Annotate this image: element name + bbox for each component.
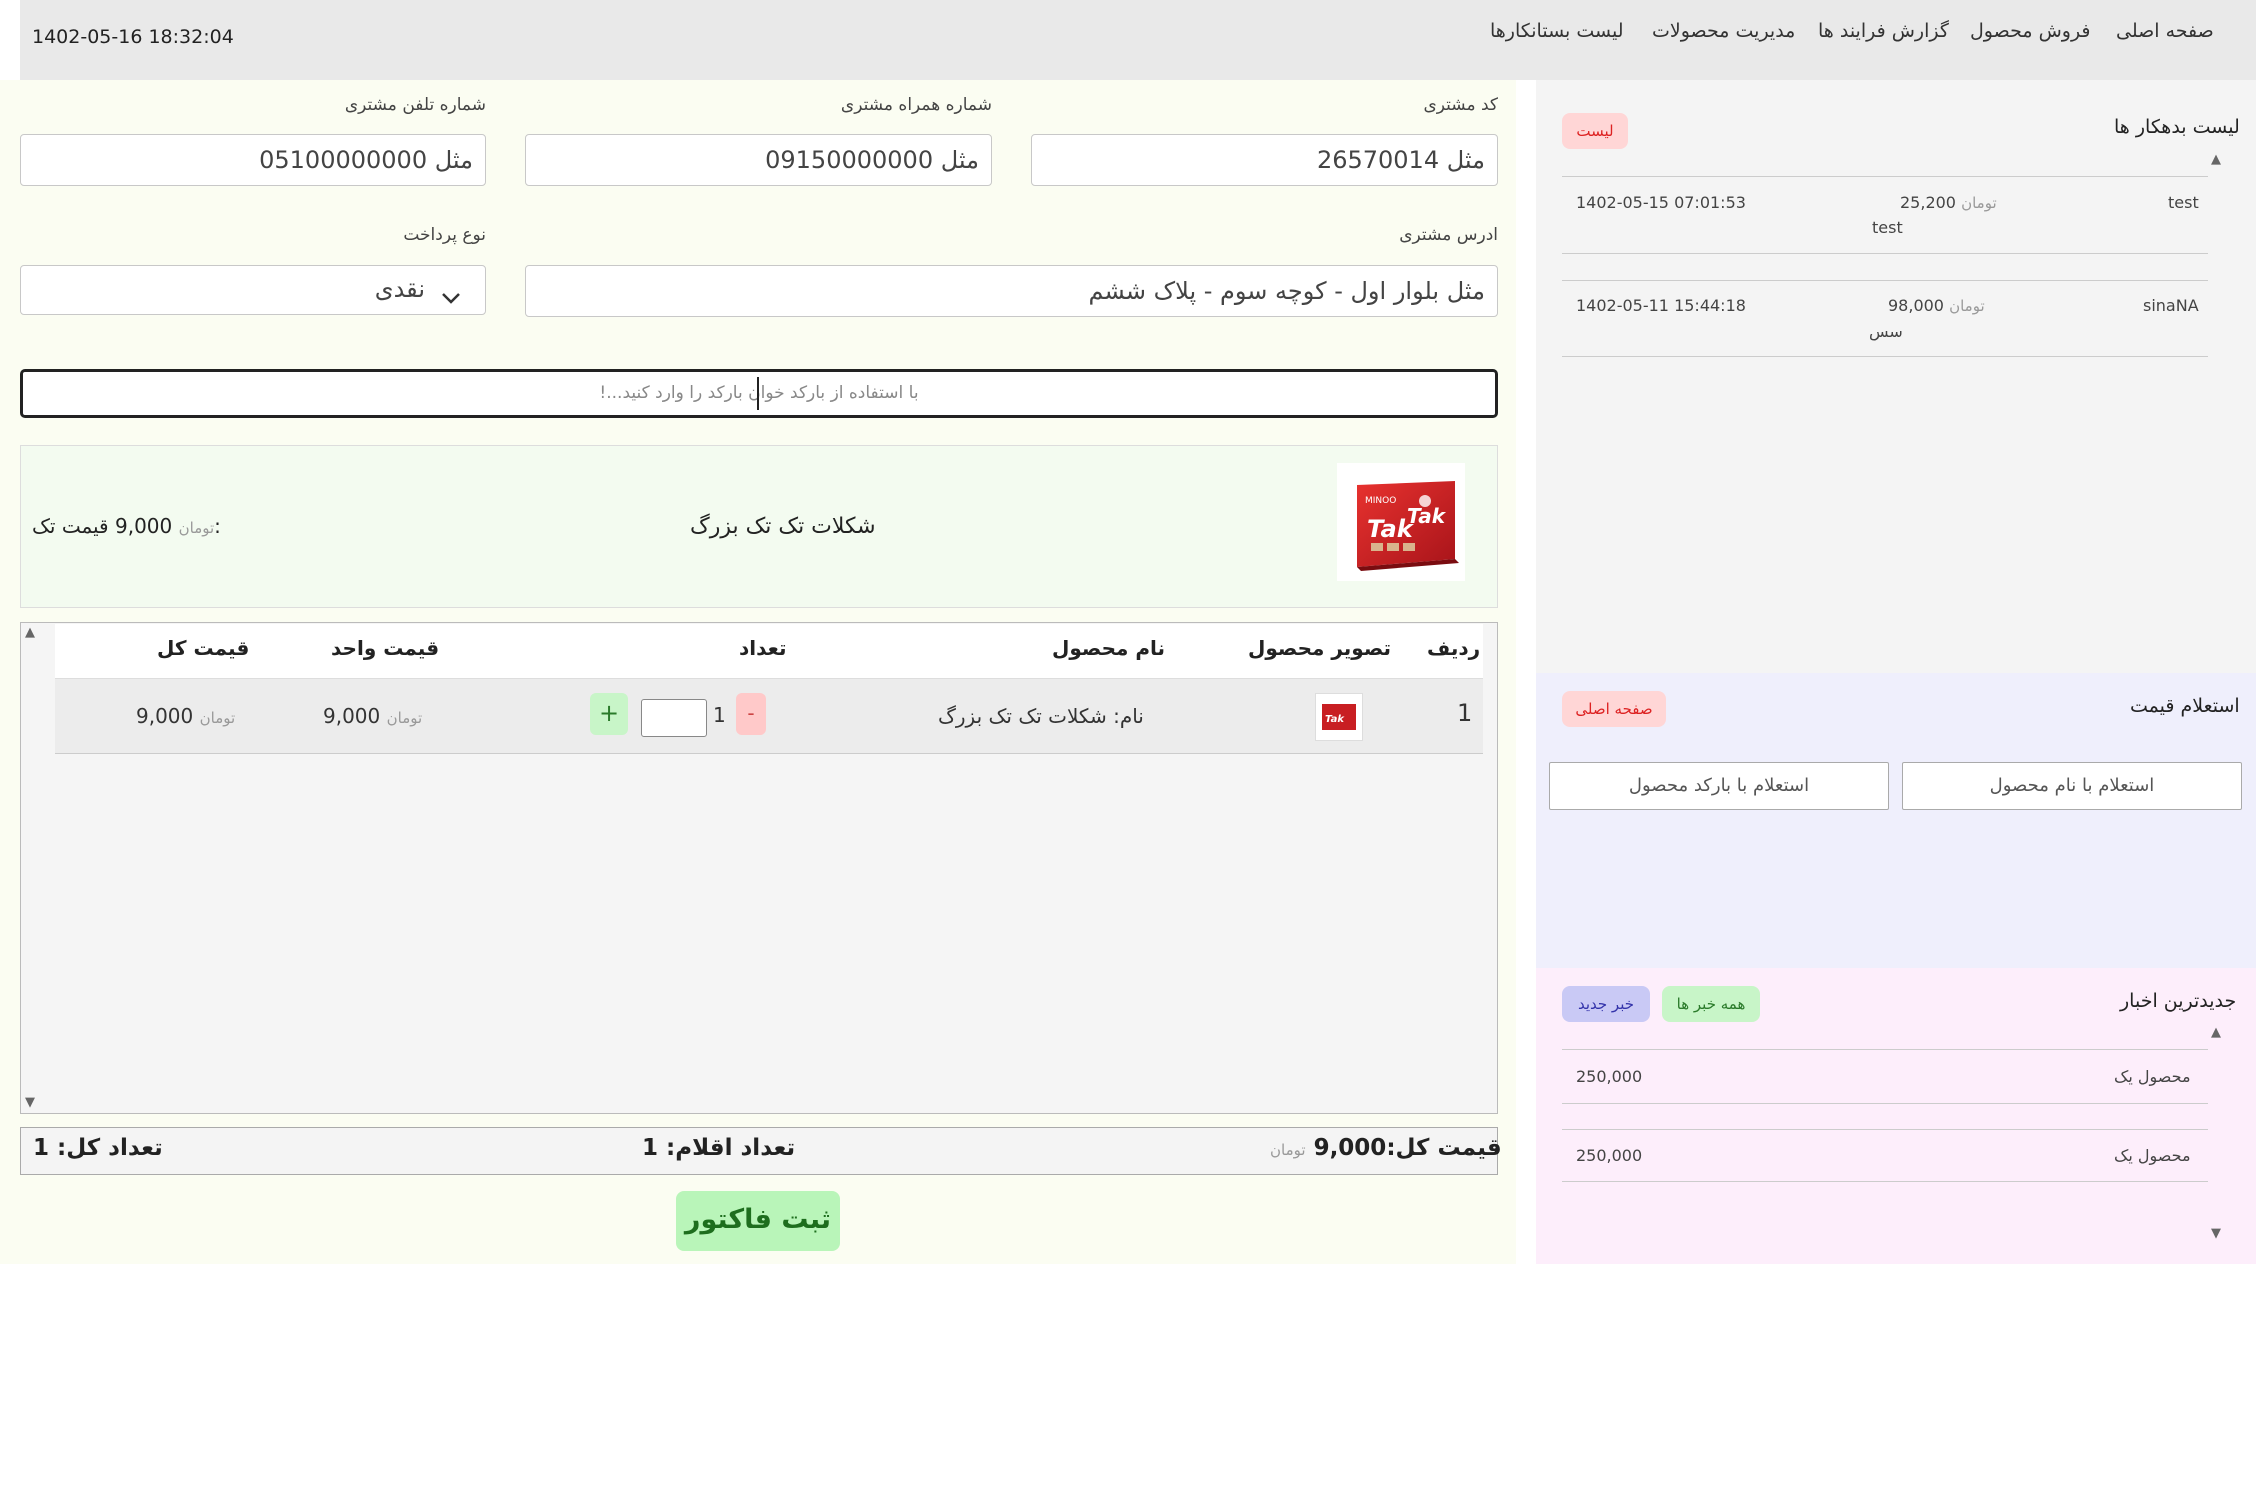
nav-creditors-list[interactable]: لیست بستانکارها [1490,20,1623,42]
divider [1562,253,2208,254]
payment-type-label: نوع پرداخت [403,225,486,245]
preview-product-name: شکلات تک تک بزرگ [690,514,876,539]
row-product-name: نام: شکلات تک تک بزرگ [938,704,1144,728]
decrease-qty-button[interactable]: - [736,693,766,735]
divider [1562,176,2208,177]
header-total: قیمت کل [157,636,250,660]
svg-text:MINOO: MINOO [1365,496,1396,506]
news-item-title[interactable]: محصول یک [2114,1067,2191,1086]
inquiry-by-barcode-button[interactable]: استعلام با بارکد محصول [1549,762,1889,810]
row-unit-price: تومان 9,000 [323,704,423,728]
address-field[interactable]: مثل بلوار اول - کوچه سوم - پلاک ششم [525,265,1498,317]
home-button[interactable]: صفحه اصلی [1562,691,1666,727]
debtors-scroll-up-icon[interactable]: ▲ [2211,152,2221,167]
divider [1562,1049,2208,1050]
news-item-value: 250,000 [1576,1067,1643,1086]
all-news-button[interactable]: همه خبر ها [1662,986,1760,1022]
debtors-list-button[interactable]: لیست [1562,113,1628,149]
qty-input[interactable] [641,699,707,737]
debtor-name: test [2168,193,2199,212]
divider [1562,1181,2208,1182]
header-qty: تعداد [739,636,787,660]
row-total-price: تومان 9,000 [136,704,236,728]
divider [1562,1129,2208,1130]
submit-invoice-button[interactable]: ثبت فاکتور [676,1191,840,1251]
divider [1562,1103,2208,1104]
debtor-note: test [1872,218,1903,237]
total-price: قیمت کل:9,000 تومان [1270,1135,1502,1161]
inquiry-by-name-button[interactable]: استعلام با نام محصول [1902,762,2242,810]
debtor-datetime: 1402-05-15 07:01:53 [1576,193,1746,212]
address-label: ادرس مشتری [1399,225,1498,245]
news-scroll-up-icon[interactable]: ▲ [2211,1025,2221,1040]
total-count: تعداد کل: 1 [33,1135,163,1161]
header-index: ردیف [1427,636,1481,660]
debtor-name: sinaNA [2143,296,2199,315]
barcode-input[interactable]: با استفاده از بارکد خوان بارکد را وارد ک… [20,369,1498,418]
price-inquiry-title: استعلام قیمت [2130,695,2240,717]
row-index: 1 [1457,699,1473,727]
payment-type-value: نقدی [374,275,425,303]
debtor-amount: 98,000 تومان [1888,296,1985,315]
svg-text:Tak: Tak [1325,714,1345,725]
phone-field[interactable]: مثل 05100000000 [20,134,486,186]
preview-unit-price: تومان 9,000 قیمت تک: [32,514,221,538]
debtors-panel [1536,80,2256,673]
header-unit-price: قیمت واحد [331,636,440,660]
items-count: تعداد اقلام: 1 [642,1135,796,1161]
customer-code-label: کد مشتری [1423,95,1498,115]
divider [1562,356,2208,357]
debtors-title: لیست بدهکار ها [2114,116,2240,138]
mobile-field[interactable]: مثل 09150000000 [525,134,992,186]
debtor-datetime: 1402-05-11 15:44:18 [1576,296,1746,315]
row-product-thumbnail: Tak [1315,693,1363,741]
chevron-down-icon [441,280,461,314]
nav-manage-products[interactable]: مدیریت محصولات [1652,20,1795,42]
new-news-button[interactable]: خبر جدید [1562,986,1650,1022]
text-caret [757,377,759,410]
phone-label: شماره تلفن مشتری [344,95,486,115]
header-name: نام محصول [1052,636,1166,660]
news-scroll-down-icon[interactable]: ▼ [2211,1226,2221,1241]
debtor-note: سس [1869,322,1903,341]
divider [1562,280,2208,281]
header-image: تصویر محصول [1248,636,1392,660]
payment-type-select[interactable]: نقدی [20,265,486,315]
increase-qty-button[interactable]: + [590,693,628,735]
datetime-display: 1402-05-16 18:32:04 [32,26,234,48]
nav-sell-product[interactable]: فروش محصول [1970,20,2091,42]
news-title: جدیدترین اخبار [2120,990,2237,1012]
news-item-value: 250,000 [1576,1146,1643,1165]
customer-code-field[interactable]: مثل 26570014 [1031,134,1498,186]
table-row [55,679,1483,754]
scroll-down-icon[interactable]: ▼ [25,1095,35,1110]
mobile-label: شماره همراه مشتری [840,95,992,115]
nav-process-report[interactable]: گزارش فرایند ها [1818,20,1949,42]
debtor-amount: 25,200 تومان [1900,193,1997,212]
nav-home[interactable]: صفحه اصلی [2116,20,2214,42]
news-item-title[interactable]: محصول یک [2114,1146,2191,1165]
top-navbar: 1402-05-16 18:32:04 صفحه اصلی فروش محصول… [20,0,2256,80]
svg-text:Tak: Tak [1407,504,1447,528]
row-qty-value: 1 [713,703,726,727]
product-image: MINOO Tak Tak [1337,463,1465,581]
scroll-up-icon[interactable]: ▲ [25,625,35,640]
